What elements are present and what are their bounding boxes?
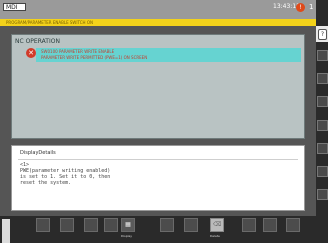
details-divider — [18, 159, 298, 160]
alarm-icon[interactable]: ! — [296, 3, 305, 12]
delete-softkey[interactable]: ⌫ — [210, 218, 224, 232]
nc-operation-panel: NC OPERATION ✕ SW0100 PARAMETER WRITE EN… — [11, 34, 305, 139]
display-icon: ▦ — [125, 221, 131, 228]
vertical-softkey-7[interactable] — [317, 189, 328, 200]
details-title: DisplayDetails — [20, 150, 56, 156]
error-icon: ✕ — [26, 48, 36, 58]
softkey-7[interactable] — [184, 218, 198, 232]
alarm-count: 1 — [309, 3, 314, 11]
vertical-softkey-6[interactable] — [317, 166, 328, 177]
softkey-1[interactable] — [36, 218, 50, 232]
display-details-panel: DisplayDetails <1> PWE(parameter writing… — [11, 145, 305, 211]
vertical-softkey-1[interactable] — [317, 50, 328, 61]
delete-softkey-label: Delete — [210, 234, 220, 238]
alarm-line-2: PARAMETER WRITE PERMITTED (PWE=1) ON SCR… — [41, 55, 148, 60]
vertical-softkey-4[interactable] — [317, 120, 328, 131]
vertical-softkey-3[interactable] — [317, 96, 328, 107]
top-status-bar: MDI 13:43:11 ! 1 — [0, 0, 316, 19]
vertical-softkey-2[interactable] — [317, 73, 328, 84]
help-tab[interactable]: ? — [316, 26, 328, 42]
softkey-4[interactable] — [104, 218, 118, 232]
softkey-6[interactable] — [160, 218, 174, 232]
alarm-list-item[interactable]: SW0100 PARAMETER WRITE ENABLE PARAMETER … — [36, 48, 301, 62]
help-icon: ? — [318, 29, 327, 40]
trash-icon: ⌫ — [213, 221, 222, 228]
display-softkey-label: Display — [121, 234, 133, 238]
mode-indicator: MDI — [3, 3, 26, 11]
details-body: <1> PWE(parameter writing enabled) is se… — [20, 162, 111, 186]
left-edge-tab[interactable] — [2, 219, 10, 243]
softkey-10[interactable] — [263, 218, 277, 232]
nc-operation-title: NC OPERATION — [15, 38, 60, 45]
softkey-3[interactable] — [84, 218, 98, 232]
message-bar: PROGRAM/PARAMETER ENABLE SWITCH ON — [0, 19, 316, 26]
softkey-2[interactable] — [60, 218, 74, 232]
vertical-softkey-5[interactable] — [317, 143, 328, 154]
softkey-11[interactable] — [286, 218, 300, 232]
right-softkey-strip: ? — [316, 0, 328, 243]
display-softkey[interactable]: ▦ — [121, 218, 135, 232]
softkey-9[interactable] — [242, 218, 256, 232]
